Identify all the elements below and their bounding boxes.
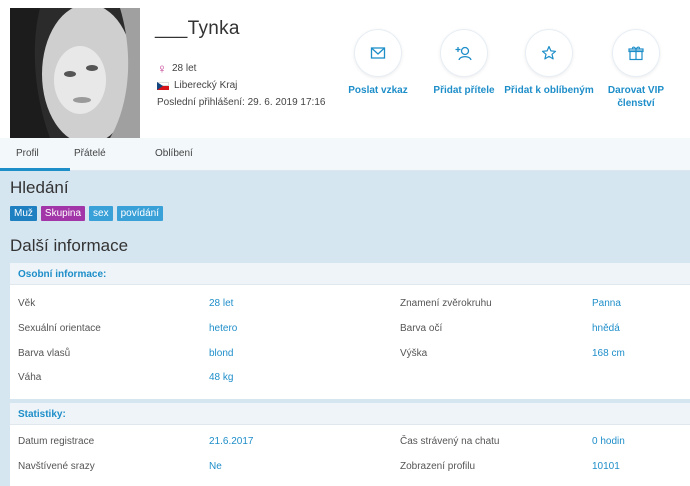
- stats-row: Datum registrace 21.6.2017 Čas strávený …: [10, 429, 690, 454]
- tag-sex[interactable]: sex: [89, 206, 113, 221]
- info-value: blond: [209, 348, 234, 359]
- age-info: ♀ 28 let: [157, 60, 197, 76]
- add-favorite-button[interactable]: Přidat k oblíbeným: [504, 30, 594, 97]
- stats-value: 21.6.2017: [209, 436, 254, 447]
- region-info: Liberecký Kraj: [157, 80, 237, 91]
- info-label: Znamení zvěrokruhu: [400, 298, 492, 309]
- stats-value: 10101: [592, 461, 620, 472]
- personal-info-panel: Osobní informace: Věk 28 let Znamení zvě…: [10, 263, 690, 399]
- more-info-title: Další informace: [10, 236, 129, 255]
- stats-label: Čas strávený na chatu: [400, 436, 500, 447]
- star-icon: [541, 45, 557, 60]
- info-value: 48 kg: [209, 372, 234, 383]
- stats-value: Ne: [209, 461, 222, 472]
- info-row: Barva vlasů blond Výška 168 cm: [10, 341, 690, 366]
- statistics-header: Statistiky:: [10, 403, 690, 425]
- info-label: Váha: [18, 372, 42, 383]
- info-value: hnědá: [592, 323, 620, 334]
- gift-icon: [628, 46, 644, 61]
- info-row: Věk 28 let Znamení zvěrokruhu Panna: [10, 291, 690, 316]
- info-label: Barva očí: [400, 323, 443, 334]
- info-value: hetero: [209, 323, 238, 334]
- add-friend-icon: [455, 46, 472, 61]
- stats-label: Datum registrace: [18, 436, 95, 447]
- info-label: Barva vlasů: [18, 348, 71, 359]
- info-value: 28 let: [209, 298, 234, 309]
- statistics-panel: Statistiky: Datum registrace 21.6.2017 Č…: [10, 403, 690, 486]
- profile-header: ___Tynka ♀ 28 let Liberecký Kraj Posledn…: [0, 0, 690, 138]
- stats-label: Zobrazení profilu: [400, 461, 476, 472]
- action-circle[interactable]: [526, 30, 572, 76]
- tab-profile[interactable]: Profil: [16, 148, 39, 159]
- active-tab-indicator: [0, 168, 70, 171]
- send-message-button[interactable]: Poslat vzkaz: [333, 30, 423, 97]
- czech-flag-icon: [157, 81, 169, 90]
- personal-info-title: Osobní informace:: [18, 269, 107, 280]
- female-icon: ♀: [157, 60, 167, 76]
- info-row: Sexuální orientace hetero Barva očí hněd…: [10, 316, 690, 341]
- stats-value: 0 hodin: [592, 436, 625, 447]
- gift-vip-button[interactable]: Darovat VIP členství: [591, 30, 681, 110]
- info-label: Věk: [18, 298, 36, 309]
- personal-info-header: Osobní informace:: [10, 263, 690, 285]
- username: ___Tynka: [155, 18, 240, 39]
- action-circle[interactable]: [355, 30, 401, 76]
- tag-man[interactable]: Muž: [10, 206, 37, 221]
- last-login: Poslední přihlášení: 29. 6. 2019 17:16: [157, 97, 326, 108]
- info-label: Výška: [400, 348, 428, 359]
- send-message-label[interactable]: Poslat vzkaz: [333, 84, 423, 97]
- add-friend-button[interactable]: Přidat přítele: [419, 30, 509, 97]
- profile-tabs: Profil Přátelé Oblíbení: [0, 138, 690, 171]
- stats-row: Navštívené srazy Ne Zobrazení profilu 10…: [10, 454, 690, 479]
- add-friend-label[interactable]: Přidat přítele: [419, 84, 509, 97]
- search-tags: Muž Skupina sex povídání: [10, 206, 163, 221]
- action-circle[interactable]: [613, 30, 659, 76]
- profile-photo[interactable]: [10, 8, 140, 138]
- tag-group[interactable]: Skupina: [40, 206, 86, 221]
- info-label: Sexuální orientace: [18, 323, 101, 334]
- statistics-title: Statistiky:: [18, 409, 66, 420]
- tab-friends[interactable]: Přátelé: [74, 148, 106, 159]
- info-value: 168 cm: [592, 348, 625, 359]
- profile-photo-graphic: [10, 8, 140, 138]
- age-value: 28 let: [172, 63, 197, 74]
- search-title: Hledání: [10, 178, 69, 197]
- add-favorite-label[interactable]: Přidat k oblíbeným: [504, 84, 594, 97]
- info-value: Panna: [592, 298, 621, 309]
- region-value: Liberecký Kraj: [174, 80, 238, 91]
- action-circle[interactable]: [441, 30, 487, 76]
- tag-chat[interactable]: povídání: [116, 206, 163, 221]
- gift-vip-label[interactable]: Darovat VIP členství: [591, 84, 681, 110]
- info-row: Váha 48 kg: [10, 365, 690, 390]
- stats-label: Navštívené srazy: [18, 461, 95, 472]
- tab-favorites[interactable]: Oblíbení: [155, 148, 193, 159]
- envelope-icon: [370, 47, 386, 59]
